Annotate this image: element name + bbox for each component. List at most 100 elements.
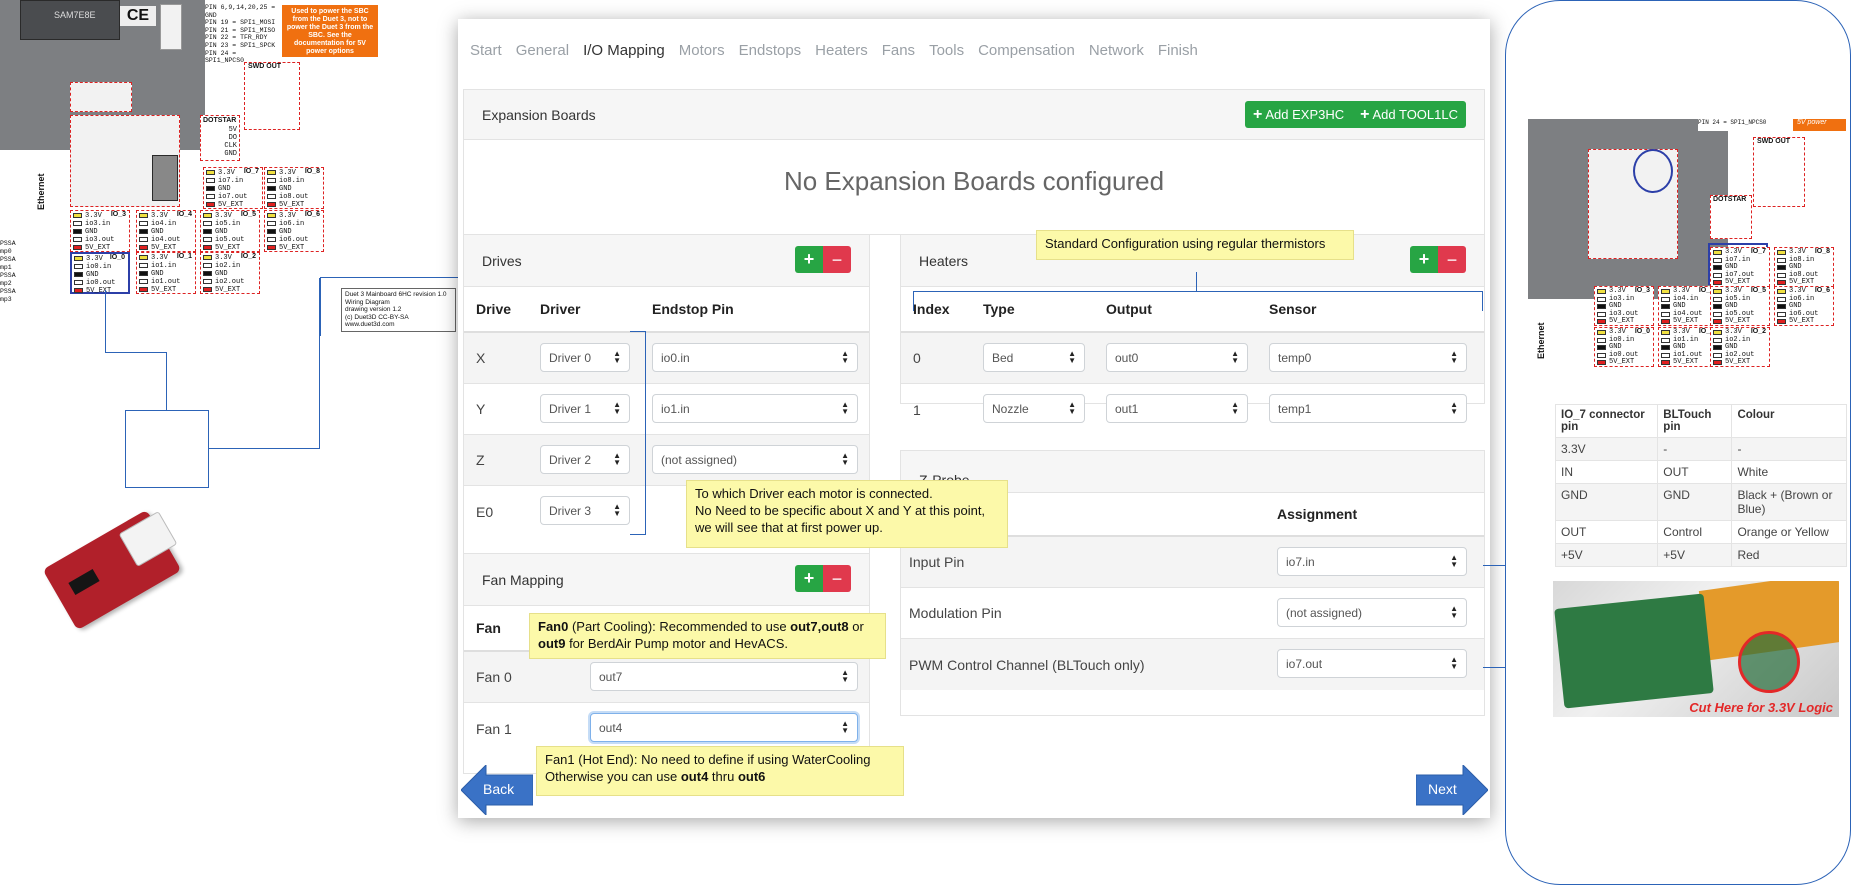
table-row: Y Driver 1 ▲ ▼ io1.in ▲ ▼	[464, 384, 869, 435]
tab-general[interactable]: General	[516, 42, 569, 59]
pin-color-swatch	[139, 221, 148, 226]
pin-label: io7.out	[218, 193, 248, 201]
power-label: 5V power	[1793, 119, 1846, 131]
fan-pin-select[interactable]: out4 ▲ ▼	[590, 713, 858, 742]
back-button[interactable]: Back	[460, 763, 534, 817]
pin-color-swatch	[1777, 296, 1786, 302]
edge-label: mp2	[0, 280, 12, 287]
driver-select[interactable]: Driver 0 ▲ ▼	[540, 343, 630, 372]
table-row: OUT Control Orange or Yellow	[1554, 520, 1847, 544]
io-block-title: IO_6	[1814, 287, 1830, 294]
sort-caret-icon: ▲ ▼	[841, 719, 849, 735]
sort-caret-icon: ▲ ▼	[841, 451, 849, 467]
fan0-callout: Fan0 (Part Cooling): Recommended to use …	[529, 613, 886, 659]
tab-finish[interactable]: Finish	[1158, 42, 1198, 59]
dotstar-box: DOTSTAR	[1710, 195, 1752, 239]
modulation-pin-select[interactable]: (not assigned) ▲ ▼	[1277, 598, 1467, 627]
tab-motors[interactable]: Motors	[679, 42, 725, 59]
pin-color-swatch	[267, 202, 276, 207]
endstop-select[interactable]: io1.in ▲ ▼	[652, 394, 858, 423]
pin-label: 5V_EXT	[215, 244, 241, 252]
heater-sensor-select[interactable]: temp0 ▲ ▼	[1269, 343, 1467, 372]
tab-heaters[interactable]: Heaters	[815, 42, 868, 59]
wizard-tabs: Start General I/O Mapping Motors Endstop…	[458, 19, 1490, 81]
pin-color-swatch	[139, 245, 148, 250]
io-block: IO_6 3.3V io6.in GND io6.out 5V_EXT	[1774, 286, 1834, 326]
driver-select[interactable]: Driver 1 ▲ ▼	[540, 394, 630, 423]
pin-color-swatch	[267, 213, 276, 218]
remove-fan-button[interactable]: −	[823, 565, 851, 592]
pin-color-swatch	[1713, 345, 1722, 350]
pwm-channel-select[interactable]: io7.out ▲ ▼	[1277, 649, 1467, 678]
io-block: IO_0 3.3V io0.in GND io0.out 5V_EXT	[1594, 327, 1654, 367]
heater-type-select[interactable]: Bed ▲ ▼	[983, 343, 1085, 372]
heater-output-select[interactable]: out0 ▲ ▼	[1106, 343, 1248, 372]
drives-table-header: Drive Driver Endstop Pin	[464, 287, 869, 333]
remove-heater-button[interactable]: −	[1438, 246, 1466, 273]
io-block: IO_6 3.3V io6.in GND io6.out 5V_EXT	[264, 210, 324, 252]
pin-color-swatch	[1597, 337, 1606, 343]
placeholder-box	[125, 410, 209, 488]
pin-color-swatch	[206, 186, 215, 191]
heater-type-select[interactable]: Nozzle ▲ ▼	[983, 394, 1085, 423]
remove-drive-button[interactable]: −	[823, 246, 851, 273]
io-block-title: IO_0	[109, 254, 125, 261]
edge-label: mp1	[0, 264, 12, 271]
heater-sensor-select[interactable]: temp1 ▲ ▼	[1269, 394, 1467, 423]
endstop-select[interactable]: (not assigned) ▲ ▼	[652, 445, 858, 474]
io-block-title: IO_8	[304, 168, 320, 175]
tab-compensation[interactable]: Compensation	[978, 42, 1075, 59]
tab-tools[interactable]: Tools	[929, 42, 964, 59]
next-button[interactable]: Next	[1415, 763, 1489, 817]
driver-select[interactable]: Driver 2 ▲ ▼	[540, 445, 630, 474]
connector-line	[209, 278, 320, 449]
edge-label: PSSA	[0, 288, 16, 295]
pin-label: 5V_EXT	[1673, 358, 1699, 366]
pin-color-swatch	[1713, 337, 1722, 343]
input-pin-select[interactable]: io7.in ▲ ▼	[1277, 547, 1467, 576]
pin-color-swatch	[1597, 296, 1606, 302]
add-drive-button[interactable]: +	[795, 246, 823, 273]
endstop-select[interactable]: io0.in ▲ ▼	[652, 343, 858, 372]
pin-color-swatch	[73, 213, 82, 218]
pin-color-swatch	[1661, 304, 1670, 309]
io-block-title: IO_5	[1750, 287, 1766, 294]
tab-fans[interactable]: Fans	[882, 42, 915, 59]
pin-color-swatch	[1777, 311, 1786, 317]
pin-color-swatch	[74, 280, 83, 285]
swd-out-box: SWD OUT	[244, 62, 300, 130]
tab-network[interactable]: Network	[1089, 42, 1144, 59]
io-block: IO_5 3.3V io5.in GND io5.out 5V_EXT	[1710, 286, 1770, 326]
pin-color-swatch	[203, 237, 212, 242]
panel-title: Fan Mapping	[482, 571, 564, 588]
table-row: Modulation Pin (not assigned) ▲ ▼	[901, 588, 1484, 639]
io-block-title: IO_3	[1634, 287, 1650, 294]
pin-color-swatch	[139, 213, 148, 218]
pin-label: GND	[218, 185, 231, 193]
tab-io-mapping[interactable]: I/O Mapping	[583, 42, 665, 59]
panel-title: Heaters	[919, 252, 969, 269]
pin-color-swatch	[267, 229, 276, 234]
add-heater-button[interactable]: +	[1410, 246, 1438, 273]
heater-bracket-line	[1196, 272, 1197, 291]
sort-caret-icon: ▲ ▼	[1231, 400, 1239, 416]
sort-caret-icon: ▲ ▼	[613, 451, 621, 467]
ethernet-label: Ethernet	[1536, 322, 1546, 359]
pin-color-swatch	[1713, 319, 1722, 324]
pin-label: io7.in	[218, 177, 244, 185]
tab-start[interactable]: Start	[470, 42, 502, 59]
pin-color-swatch	[203, 271, 212, 276]
add-fan-button[interactable]: +	[795, 565, 823, 592]
add-exp3hc-button[interactable]: + Add EXP3HC	[1245, 101, 1353, 128]
io-block: IO_1 3.3V io1.in GND io1.out 5V_EXT	[136, 252, 196, 294]
pin-label: 5V_EXT	[1673, 317, 1699, 325]
heater-output-select[interactable]: out1 ▲ ▼	[1106, 394, 1248, 423]
add-tool1lc-button[interactable]: + Add TOOL1LC	[1352, 101, 1466, 128]
fan-pin-select[interactable]: out7 ▲ ▼	[590, 662, 858, 691]
driver-select[interactable]: Driver 3 ▲ ▼	[540, 496, 630, 525]
pin-color-swatch	[1777, 319, 1786, 324]
pin-color-swatch	[203, 229, 212, 234]
sbc-header	[160, 4, 182, 50]
tab-endstops[interactable]: Endstops	[739, 42, 802, 59]
pin-color-swatch	[203, 213, 212, 218]
